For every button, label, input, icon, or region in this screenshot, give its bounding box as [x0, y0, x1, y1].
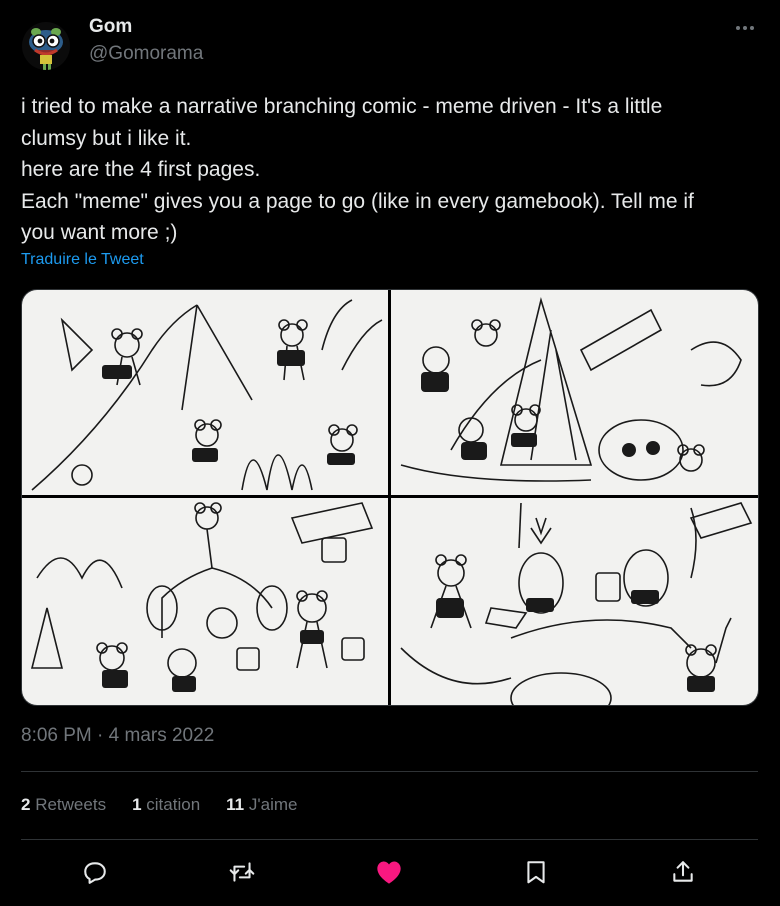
divider — [21, 771, 758, 772]
reply-icon — [84, 862, 106, 884]
engagement-stats: 2 Retweets 1 citation 11 J'aime — [21, 795, 323, 815]
retweets-label: Retweets — [35, 795, 107, 814]
comic-page-2[interactable] — [391, 290, 758, 495]
share-icon — [673, 861, 693, 882]
share-button[interactable] — [667, 856, 699, 888]
tweet-line: i tried to make a narrative branching co… — [21, 95, 663, 118]
comic-page-3[interactable] — [22, 498, 388, 705]
tweet-line: you want more ;) — [21, 221, 178, 244]
reply-button[interactable] — [79, 856, 111, 888]
likes-count: 11 — [226, 795, 245, 814]
likes-stat[interactable]: 11 J'aime — [226, 795, 297, 815]
tweet-timestamp[interactable]: 8:06 PM · 4 mars 2022 — [21, 725, 214, 747]
retweets-stat[interactable]: 2 Retweets — [21, 795, 106, 815]
tweet-line: Each "meme" gives you a page to go (like… — [21, 189, 694, 213]
like-button[interactable] — [373, 856, 405, 888]
quotes-count: 1 — [132, 795, 142, 814]
tweet-line: clumsy but i like it. — [21, 126, 192, 150]
retweet-button[interactable] — [226, 856, 258, 888]
bookmark-icon — [527, 861, 545, 884]
comic-page-4[interactable] — [391, 498, 758, 705]
author-handle[interactable]: @Gomorama — [89, 43, 203, 65]
tweet: Gom @Gomorama i tried to make a narrativ… — [0, 0, 780, 906]
more-options-button[interactable] — [730, 16, 760, 40]
tweet-text: i tried to make a narrative branching co… — [21, 91, 756, 249]
retweets-count: 2 — [21, 795, 31, 814]
heart-icon — [377, 861, 401, 884]
tweet-line: here are the 4 first pages. — [21, 158, 261, 181]
more-horizontal-icon — [736, 26, 754, 30]
translate-tweet-link[interactable]: Traduire le Tweet — [21, 251, 144, 269]
likes-label: J'aime — [248, 795, 298, 814]
action-bar — [0, 852, 780, 892]
tweet-media[interactable] — [21, 289, 759, 706]
avatar[interactable] — [22, 22, 70, 70]
bookmark-button[interactable] — [520, 856, 552, 888]
retweet-icon — [229, 862, 255, 882]
quotes-stat[interactable]: 1 citation — [132, 795, 200, 815]
quotes-label: citation — [146, 795, 201, 814]
comic-page-1[interactable] — [22, 290, 388, 495]
author-name[interactable]: Gom — [89, 16, 132, 38]
divider — [21, 839, 758, 840]
